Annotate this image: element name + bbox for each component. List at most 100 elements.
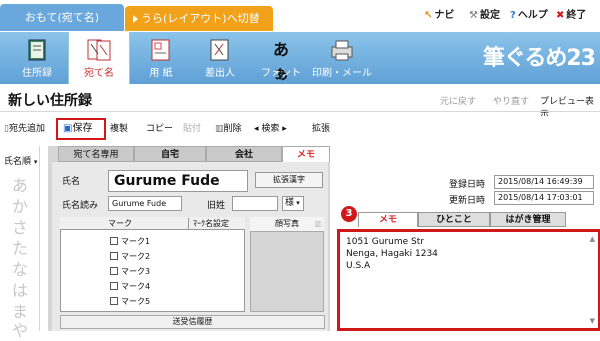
scroll-down-icon[interactable]: ▼ <box>590 317 595 325</box>
updated-date-label: 更新日時 <box>449 196 486 206</box>
checkbox[interactable] <box>110 252 118 260</box>
settings-link[interactable]: ⚒ 設定 <box>469 8 500 24</box>
mark-label: マーク4 <box>121 282 151 291</box>
registered-date-field: 2015/08/14 16:49:39 <box>494 175 594 189</box>
save-label: 保存 <box>72 123 93 134</box>
updated-date-field: 2015/08/14 17:03:01 <box>494 191 594 205</box>
copy-button[interactable]: コピー <box>146 120 173 138</box>
send-receive-history-header[interactable]: 送受信履歴 <box>60 315 325 329</box>
maiden-name-label: 旧姓 <box>207 201 226 211</box>
printer-icon <box>331 40 353 61</box>
honorific-select[interactable]: 様 ▾ <box>282 196 304 211</box>
navi-link[interactable]: ↖ ナビ <box>424 8 454 24</box>
checkbox[interactable] <box>110 267 118 275</box>
step-number-badge: 3 <box>341 206 357 222</box>
ribbon-label-print-mail: 印刷・メール <box>312 68 372 79</box>
wrench-icon: ⚒ <box>469 10 478 21</box>
switch-to-back-label: うら(レイアウト)へ切替 <box>141 12 260 25</box>
exit-link[interactable]: ✖ 終了 <box>556 8 586 24</box>
ribbon-print-mail-button[interactable]: 印刷・メール <box>308 32 376 84</box>
paper-icon <box>151 39 170 61</box>
mark-label: マーク3 <box>121 267 151 276</box>
photo-header: 顔写真 ▥ <box>250 217 324 232</box>
exit-label: 終了 <box>566 10 587 21</box>
switch-to-back-tab[interactable]: うら(レイアウト)へ切替 <box>125 6 273 31</box>
app-logo: 筆ぐるめ23 <box>482 46 596 71</box>
ribbon-address-book-button[interactable]: 住所録 <box>6 32 68 84</box>
navi-label: ナビ <box>434 10 455 21</box>
ribbon-label-sender: 差出人 <box>205 68 235 79</box>
mark-header-label: マーク <box>108 219 132 228</box>
checkbox[interactable] <box>110 237 118 245</box>
tab-company[interactable]: 会社 <box>206 146 282 162</box>
mark-list-header: マーク ﾏｰｸ名設定 <box>60 217 245 230</box>
tab-home[interactable]: 自宅 <box>134 146 206 162</box>
scroll-up-icon[interactable]: ▲ <box>590 235 595 243</box>
font-icon: あぁ <box>272 40 289 83</box>
ribbon-label-recipient: 宛て名 <box>84 68 114 79</box>
memo-text: 1051 Gurume Str Nenga, Hagaki 1234 U.S.A <box>346 237 438 271</box>
add-recipient-label: 宛先追加 <box>8 124 45 134</box>
tab-recipient-only[interactable]: 宛て名専用 <box>58 146 134 162</box>
settings-label: 設定 <box>479 10 500 21</box>
chevron-down-icon: ▾ <box>33 158 38 166</box>
save-button[interactable]: ▣保存 <box>56 118 106 140</box>
triangle-right-icon <box>133 15 138 23</box>
trash-icon[interactable]: ▥ <box>314 217 322 231</box>
mark-label: マーク2 <box>121 252 151 261</box>
reading-field[interactable]: Gurume Fude <box>108 196 182 211</box>
honorific-value: 様 <box>285 198 295 208</box>
ribbon-paper-button[interactable]: 用 紙 <box>130 32 192 84</box>
duplicate-button[interactable]: 複製 <box>110 120 128 138</box>
trash-icon: ▥ <box>215 124 224 134</box>
ribbon-label-address-book: 住所録 <box>22 68 52 79</box>
help-link[interactable]: ? ヘルプ <box>510 8 548 24</box>
question-icon: ? <box>510 10 516 21</box>
search-button[interactable]: ◂ 検索 ▸ <box>254 120 287 138</box>
ribbon-label-font: フォント <box>261 68 301 79</box>
maiden-name-field[interactable] <box>232 196 278 211</box>
undo-button[interactable]: 元に戻す <box>440 94 476 107</box>
mark-checkbox-row[interactable]: マーク4 <box>110 280 150 293</box>
paste-button[interactable]: 貼付 <box>183 120 201 138</box>
triangle-right-icon: ▸ <box>279 124 287 134</box>
mark-checkbox-row[interactable]: マーク3 <box>110 265 150 278</box>
extended-kanji-button[interactable]: 拡張漢字 <box>255 172 323 188</box>
delete-label: 削除 <box>223 124 242 134</box>
mark-checkbox-row[interactable]: マーク1 <box>110 235 150 248</box>
mark-list <box>60 217 245 312</box>
kana-index-item[interactable]: や <box>8 317 32 341</box>
ribbon-sender-button[interactable]: 差出人 <box>189 32 251 84</box>
tab-postcard-management[interactable]: はがき管理 <box>490 212 566 227</box>
cursor-arrow-icon: ↖ <box>424 10 433 21</box>
sender-card-icon <box>210 39 229 61</box>
tab-memo-right[interactable]: メモ <box>358 212 418 227</box>
front-side-tab[interactable]: おもて(宛て名) <box>0 4 124 31</box>
mark-settings-button[interactable]: ﾏｰｸ名設定 <box>188 218 245 230</box>
help-label: ヘルプ <box>517 10 548 21</box>
tab-memo[interactable]: メモ <box>282 146 330 162</box>
ribbon-label-paper: 用 紙 <box>149 68 173 79</box>
chevron-down-icon: ▾ <box>294 199 300 207</box>
checkbox[interactable] <box>110 282 118 290</box>
sort-selector[interactable]: 氏名順 ▾ <box>4 154 37 167</box>
mark-checkbox-row[interactable]: マーク5 <box>110 295 150 308</box>
extend-button[interactable]: 拡張 <box>312 120 330 138</box>
page-title: 新しい住所録 <box>8 93 92 109</box>
mark-label: マーク1 <box>121 237 151 246</box>
name-label: 氏名 <box>62 177 81 187</box>
ribbon-recipient-button[interactable]: 宛て名 <box>68 32 130 84</box>
add-recipient-button[interactable]: ▯宛先追加 <box>4 120 45 138</box>
delete-button[interactable]: ▥削除 <box>215 120 242 138</box>
mark-label: マーク5 <box>121 297 151 306</box>
mark-checkbox-row[interactable]: マーク2 <box>110 250 150 263</box>
address-book-icon <box>28 39 46 61</box>
ribbon-font-button[interactable]: あぁ フォント <box>250 32 312 84</box>
registered-date-label: 登録日時 <box>449 180 486 190</box>
checkbox[interactable] <box>110 297 118 305</box>
photo-header-label: 顔写真 <box>275 219 299 228</box>
search-label: 検索 <box>261 124 280 134</box>
tab-hitokoto[interactable]: ひとこと <box>418 212 490 227</box>
redo-button[interactable]: やり直す <box>493 94 529 107</box>
name-field[interactable]: Gurume Fude <box>108 170 248 192</box>
